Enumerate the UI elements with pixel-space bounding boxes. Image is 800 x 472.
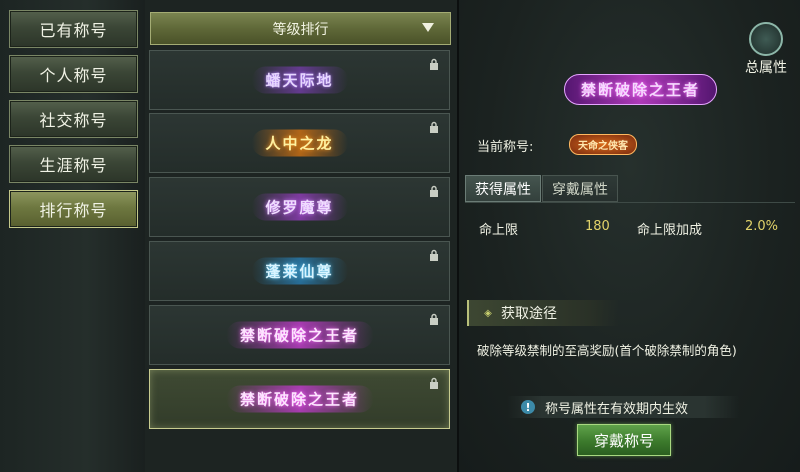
acquire-description: 破除等级禁制的至高奖励(首个破除禁制的角色) <box>477 343 737 358</box>
attr-name-hp: 命上限 <box>479 223 519 238</box>
lock-icon <box>430 377 438 389</box>
title-emblem: 人中之龙 <box>251 129 348 157</box>
category-owned[interactable]: 已有称号 <box>9 10 138 48</box>
dropdown-arrow-icon <box>422 23 434 32</box>
attr-value-hp: 180 <box>585 219 610 234</box>
attr-name-hp-bonus: 命上限加成 <box>637 223 703 238</box>
title-card-5[interactable]: 禁断破除之王者 <box>149 305 450 365</box>
title-detail-panel: 总属性 禁断破除之王者 当前称号: 天命之侠客 获得属性 穿戴属性 命上限 18… <box>459 0 800 472</box>
lock-icon <box>430 121 438 133</box>
category-ranking[interactable]: 排行称号 <box>9 190 138 228</box>
title-list-panel: 等级排行 蟠天际地 人中之龙 修罗魔尊 蓬莱仙尊 禁断破除之王者 禁断破除之王者 <box>145 0 459 472</box>
total-attributes-label: 总属性 <box>745 60 787 76</box>
title-emblem: 蟠天际地 <box>251 66 348 94</box>
lock-icon <box>430 313 438 325</box>
tab-obtained-attributes[interactable]: 获得属性 <box>465 175 541 202</box>
category-career[interactable]: 生涯称号 <box>9 145 138 183</box>
diamond-bullet-icon: ◈ <box>484 307 492 319</box>
category-panel: 已有称号 个人称号 社交称号 生涯称号 排行称号 <box>0 0 146 472</box>
rank-filter-dropdown[interactable]: 等级排行 <box>150 12 451 45</box>
preview-title-emblem: 禁断破除之王者 <box>564 74 718 105</box>
lock-icon <box>430 58 438 70</box>
tab-wear-attributes[interactable]: 穿戴属性 <box>542 175 618 202</box>
title-card-2[interactable]: 人中之龙 <box>149 113 450 173</box>
title-emblem: 禁断破除之王者 <box>225 385 374 413</box>
tab-divider <box>465 202 795 203</box>
validity-notice-text: 称号属性在有效期内生效 <box>545 401 689 417</box>
category-personal[interactable]: 个人称号 <box>9 55 138 93</box>
validity-notice: ! 称号属性在有效期内生效 <box>507 396 739 418</box>
acquire-label: 获取途径 <box>501 306 557 322</box>
wear-title-button[interactable]: 穿戴称号 <box>577 424 671 456</box>
rank-filter-label: 等级排行 <box>272 21 329 38</box>
title-card-4[interactable]: 蓬莱仙尊 <box>149 241 450 301</box>
lock-icon <box>430 185 438 197</box>
title-emblem: 禁断破除之王者 <box>225 321 374 349</box>
title-emblem: 蓬莱仙尊 <box>251 257 348 285</box>
title-emblem: 修罗魔尊 <box>251 193 348 221</box>
title-card-6[interactable]: 禁断破除之王者 <box>149 369 450 429</box>
attr-value-hp-bonus: 2.0% <box>745 219 779 234</box>
lock-icon <box>430 249 438 261</box>
current-title-emblem: 天命之侠客 <box>569 134 637 155</box>
title-card-1[interactable]: 蟠天际地 <box>149 50 450 110</box>
title-card-3[interactable]: 修罗魔尊 <box>149 177 450 237</box>
category-social[interactable]: 社交称号 <box>9 100 138 138</box>
info-icon: ! <box>521 400 535 414</box>
current-title-label: 当前称号: <box>477 140 534 155</box>
total-attributes-button[interactable]: 总属性 <box>738 22 794 76</box>
acquire-section-header: ◈ 获取途径 <box>467 300 619 326</box>
total-attributes-icon <box>749 22 783 56</box>
